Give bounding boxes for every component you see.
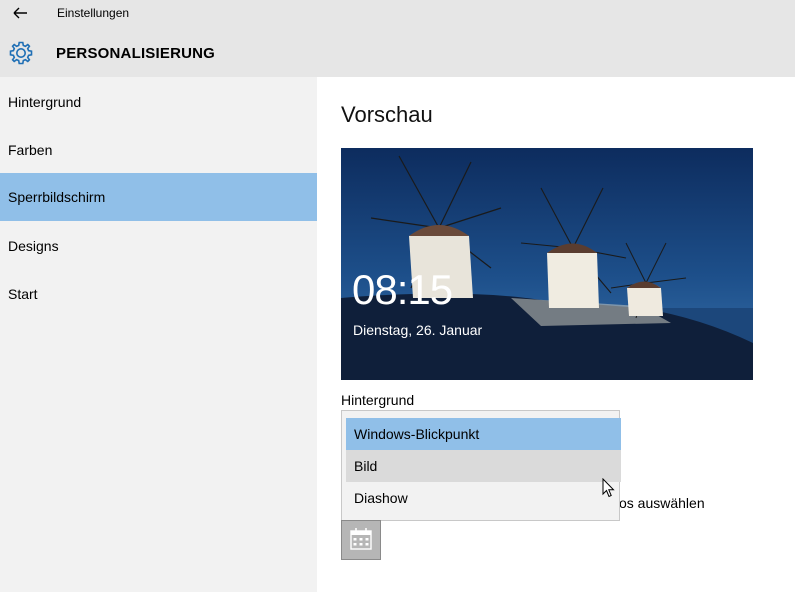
sidebar-item-sperrbildschirm[interactable]: Sperrbildschirm (0, 173, 317, 221)
choose-photos-text: os auswählen (619, 495, 705, 511)
calendar-icon (350, 528, 372, 550)
sidebar-item-farben[interactable]: Farben (0, 126, 317, 174)
background-dropdown-list[interactable]: Windows-Blickpunkt Bild Diashow (341, 410, 621, 521)
app-title: Einstellungen (57, 6, 130, 20)
main-content: Vorschau 08:15 Dienstag, 26. Januar Hint… (317, 77, 795, 592)
gear-icon (9, 41, 33, 65)
preview-heading: Vorschau (341, 102, 433, 127)
windmill-landscape-image (341, 148, 753, 380)
lock-screen-preview: 08:15 Dienstag, 26. Januar (341, 148, 753, 380)
sidebar: Hintergrund Farben Sperrbildschirm Desig… (0, 77, 317, 592)
back-button[interactable] (10, 3, 32, 23)
sidebar-item-designs[interactable]: Designs (0, 222, 317, 270)
sidebar-item-hintergrund[interactable]: Hintergrund (0, 78, 317, 126)
calendar-button[interactable] (341, 520, 381, 560)
dropdown-option-bild[interactable]: Bild (346, 450, 621, 482)
background-label: Hintergrund (341, 392, 415, 408)
title-bar: Einstellungen PERSONALISIERUNG (0, 0, 795, 77)
section-title: PERSONALISIERUNG (56, 45, 216, 62)
sidebar-item-start[interactable]: Start (0, 270, 317, 318)
preview-date: Dienstag, 26. Januar (353, 322, 483, 338)
dropdown-option-windows-blickpunkt[interactable]: Windows-Blickpunkt (346, 418, 621, 450)
preview-clock: 08:15 (352, 266, 453, 313)
arrow-left-icon (13, 7, 27, 19)
mouse-pointer-icon (602, 478, 615, 498)
dropdown-option-diashow[interactable]: Diashow (346, 482, 621, 514)
